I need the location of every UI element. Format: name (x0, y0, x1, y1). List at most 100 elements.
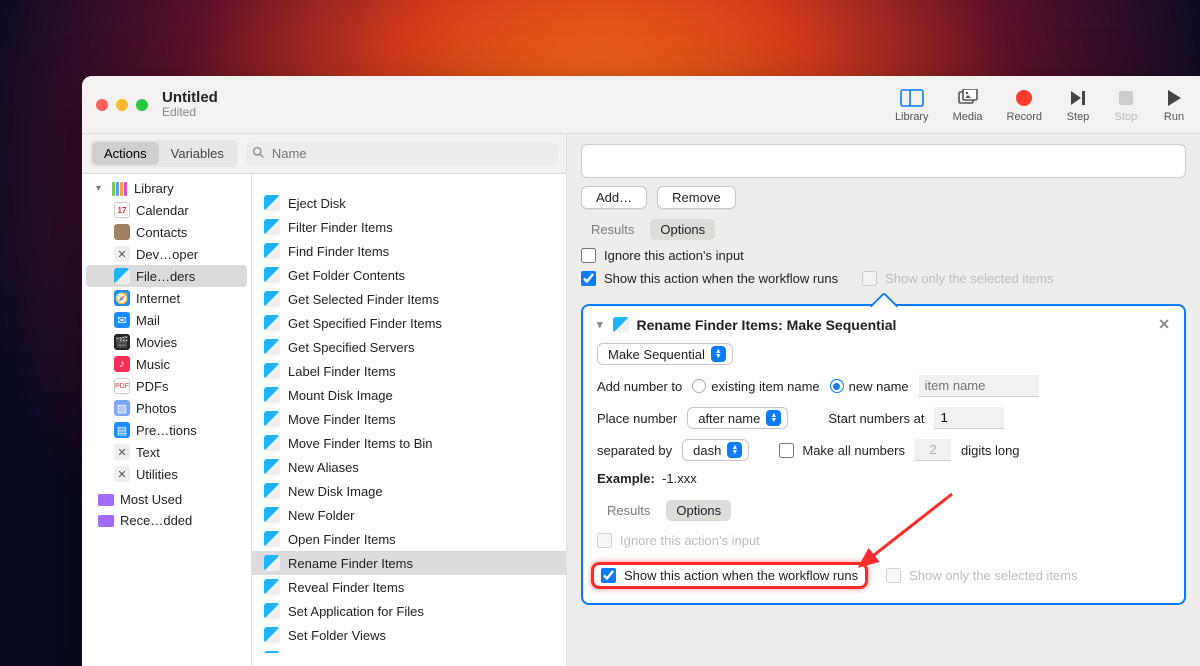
action-list-item[interactable]: Get Specified Finder Items (252, 311, 566, 335)
tree-library-label: Library (134, 181, 174, 196)
place-number-select[interactable]: after name ▲▼ (687, 407, 788, 429)
action-list-item[interactable]: Set Application for Files (252, 599, 566, 623)
action-show-when-runs-row: Show this action when the workflow runs … (597, 566, 1170, 585)
select-arrows-icon: ▲▼ (711, 346, 726, 362)
finder-icon (264, 243, 280, 259)
tree-item-mail[interactable]: ✉Mail (86, 309, 247, 331)
tree-item-text[interactable]: ✕Text (86, 441, 247, 463)
tree-folder-recently-added[interactable]: Rece…dded (86, 510, 247, 531)
toolbar-step-label: Step (1067, 111, 1090, 123)
fade-bottom (567, 632, 1200, 666)
finder-icon (264, 315, 280, 331)
action-list-item[interactable]: Get Specified Servers (252, 335, 566, 359)
tree-item-calendar[interactable]: 17Calendar (86, 199, 247, 221)
folder-icon (98, 494, 114, 506)
zoom-window-button[interactable] (136, 99, 148, 111)
action-list-item[interactable]: Filter Finder Items (252, 215, 566, 239)
search-wrapper (246, 142, 558, 165)
tab-actions[interactable]: Actions (92, 142, 159, 165)
action-show-when-runs-checkbox[interactable] (601, 568, 616, 583)
window-title-block: Untitled Edited (162, 76, 218, 133)
make-all-numbers-option[interactable]: Make all numbers (779, 443, 905, 458)
toolbar-library[interactable]: Library (895, 87, 929, 123)
action-list-item[interactable]: Rename Finder Items (252, 551, 566, 575)
start-number-input[interactable] (934, 407, 1004, 429)
tab-variables[interactable]: Variables (159, 142, 236, 165)
toolbar-run[interactable]: Run (1162, 87, 1186, 123)
radio-new-name[interactable]: new name (830, 379, 909, 394)
action-close-button[interactable]: ✕ (1158, 316, 1170, 333)
tree-item-pdfs[interactable]: PDFPDFs (86, 375, 247, 397)
window-body: Actions Variables ▾ (82, 134, 1200, 666)
option-show-when-runs[interactable]: Show this action when the workflow runs (581, 271, 838, 286)
library-tree[interactable]: ▾ Library 17Calendar Contacts ✕Dev…oper … (82, 174, 252, 666)
close-window-button[interactable] (96, 99, 108, 111)
tree-item-presentations[interactable]: ▤Pre…tions (86, 419, 247, 441)
tree-item-music[interactable]: ♪Music (86, 353, 247, 375)
chevron-down-icon: ▾ (597, 318, 603, 331)
minimize-window-button[interactable] (116, 99, 128, 111)
tab-options[interactable]: Options (666, 500, 731, 521)
tab-results[interactable]: Results (581, 219, 644, 240)
tree-item-movies[interactable]: 🎬Movies (86, 331, 247, 353)
show-when-runs-checkbox[interactable] (581, 271, 596, 286)
finder-icon (264, 363, 280, 379)
action-header[interactable]: ▾ Rename Finder Items: Make Sequential ✕ (597, 316, 1170, 333)
tab-results[interactable]: Results (597, 500, 660, 521)
action-list-item[interactable]: Mount Disk Image (252, 383, 566, 407)
separator-select[interactable]: dash ▲▼ (682, 439, 749, 461)
action-list-item[interactable]: Get Folder Contents (252, 263, 566, 287)
action-list-item[interactable]: New Folder (252, 503, 566, 527)
tab-options[interactable]: Options (650, 219, 715, 240)
action-ignore-input: Ignore this action's input (597, 533, 1170, 548)
item-name-input[interactable] (919, 375, 1039, 397)
action-list-item[interactable]: Find Finder Items (252, 239, 566, 263)
action-list-item[interactable]: Get Selected Finder Items (252, 287, 566, 311)
finder-icon (264, 195, 280, 211)
action-list-item[interactable]: Open Finder Items (252, 527, 566, 551)
action-list-item[interactable]: New Disk Image (252, 479, 566, 503)
finder-icon (613, 317, 629, 333)
option-ignore-input[interactable]: Ignore this action's input (581, 248, 1186, 263)
tree-item-internet[interactable]: 🧭Internet (86, 287, 247, 309)
finder-icon (264, 219, 280, 235)
tree-library-root[interactable]: ▾ Library (86, 178, 247, 199)
add-button[interactable]: Add… (581, 186, 647, 209)
action-show-when-runs[interactable]: Show this action when the workflow runs (597, 566, 862, 585)
workflow-area[interactable]: Add… Remove Results Options Ignore this … (567, 134, 1200, 666)
action-list-item[interactable]: Set Spotlight C…for Finder Items (252, 647, 566, 653)
step-icon (1066, 87, 1090, 109)
tree-item-developer[interactable]: ✕Dev…oper (86, 243, 247, 265)
tree-item-utilities[interactable]: ✕Utilities (86, 463, 247, 485)
toolbar-record[interactable]: Record (1007, 87, 1042, 123)
search-input[interactable] (246, 142, 558, 165)
option-show-only-selected: Show only the selected items (862, 271, 1053, 286)
mode-select[interactable]: Make Sequential ▲▼ (597, 343, 733, 365)
finder-icon (264, 339, 280, 355)
toolbar-media[interactable]: Media (953, 87, 983, 123)
radio-existing-name[interactable]: existing item name (692, 379, 819, 394)
action-list-item[interactable]: Move Finder Items to Bin (252, 431, 566, 455)
remove-button[interactable]: Remove (657, 186, 735, 209)
action-list-item[interactable]: Move Finder Items (252, 407, 566, 431)
action-list-item[interactable]: New Aliases (252, 455, 566, 479)
tree-item-files-folders[interactable]: File…ders (86, 265, 247, 287)
toolbar-record-label: Record (1007, 111, 1042, 123)
movies-icon: 🎬 (114, 334, 130, 350)
finder-icon (114, 268, 130, 284)
select-arrows-icon: ▲▼ (766, 410, 781, 426)
tree-item-photos[interactable]: ▨Photos (86, 397, 247, 419)
make-all-numbers-checkbox[interactable] (779, 443, 794, 458)
toolbar-step[interactable]: Step (1066, 87, 1090, 123)
action-list-item[interactable]: Reveal Finder Items (252, 575, 566, 599)
ignore-input-checkbox[interactable] (581, 248, 596, 263)
library-panel: Actions Variables ▾ (82, 134, 567, 666)
action-list-item[interactable]: Eject Disk (252, 191, 566, 215)
photos-icon: ▨ (114, 400, 130, 416)
tree-folder-most-used[interactable]: Most Used (86, 489, 247, 510)
finder-icon (264, 555, 280, 571)
action-list-item[interactable]: Label Finder Items (252, 359, 566, 383)
action-list-item[interactable]: Set Folder Views (252, 623, 566, 647)
tree-item-contacts[interactable]: Contacts (86, 221, 247, 243)
action-list[interactable]: Eject DiskFilter Finder ItemsFind Finder… (252, 187, 566, 653)
